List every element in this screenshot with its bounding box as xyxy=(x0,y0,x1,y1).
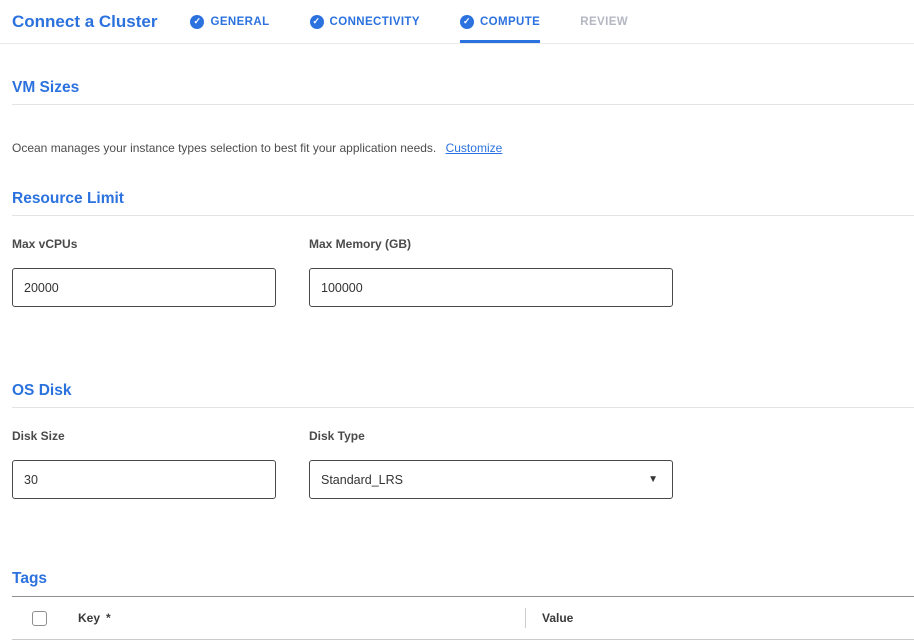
required-asterisk: * xyxy=(106,611,111,625)
disk-type-field: Disk Type Standard_LRS ▼ xyxy=(309,429,673,499)
tags-heading: Tags xyxy=(12,570,914,588)
disk-type-label: Disk Type xyxy=(309,429,673,443)
max-memory-label: Max Memory (GB) xyxy=(309,237,673,251)
chevron-down-icon: ▼ xyxy=(648,474,658,485)
tab-general[interactable]: ✓ GENERAL xyxy=(190,0,269,43)
check-circle-icon: ✓ xyxy=(190,15,204,29)
disk-size-field: Disk Size xyxy=(12,429,276,499)
disk-size-label: Disk Size xyxy=(12,429,276,443)
wizard-header: Connect a Cluster ✓ GENERAL ✓ CONNECTIVI… xyxy=(0,0,914,44)
tab-review[interactable]: REVIEW xyxy=(580,0,628,43)
tags-value-column-header: Value xyxy=(542,611,573,625)
section-divider xyxy=(12,104,914,105)
disk-type-selected-value: Standard_LRS xyxy=(321,473,403,487)
tab-connectivity[interactable]: ✓ CONNECTIVITY xyxy=(310,0,420,43)
customize-link[interactable]: Customize xyxy=(446,141,503,155)
disk-type-select[interactable]: Standard_LRS ▼ xyxy=(309,460,673,499)
section-divider xyxy=(12,215,914,216)
check-circle-icon: ✓ xyxy=(310,15,324,29)
section-divider xyxy=(12,407,914,408)
key-header-label: Key xyxy=(78,611,100,625)
page-title: Connect a Cluster xyxy=(12,12,157,32)
tags-table-header-row: Key * Value xyxy=(12,597,914,640)
tab-compute-label: COMPUTE xyxy=(480,16,540,28)
tab-review-label: REVIEW xyxy=(580,16,628,28)
column-divider xyxy=(525,608,526,628)
max-vcpus-input[interactable] xyxy=(12,268,276,307)
vm-sizes-heading: VM Sizes xyxy=(12,79,914,97)
max-vcpus-label: Max vCPUs xyxy=(12,237,276,251)
max-memory-input[interactable] xyxy=(309,268,673,307)
wizard-tabs: ✓ GENERAL ✓ CONNECTIVITY ✓ COMPUTE REVIE… xyxy=(190,0,628,43)
os-disk-fields: Disk Size Disk Type Standard_LRS ▼ xyxy=(12,429,914,499)
tags-key-column-header: Key * xyxy=(78,611,525,625)
resource-limit-heading: Resource Limit xyxy=(12,190,914,208)
tab-connectivity-label: CONNECTIVITY xyxy=(330,16,420,28)
os-disk-heading: OS Disk xyxy=(12,382,914,400)
tab-general-label: GENERAL xyxy=(210,16,269,28)
tab-compute[interactable]: ✓ COMPUTE xyxy=(460,0,540,43)
vm-sizes-description: Ocean manages your instance types select… xyxy=(12,141,914,155)
disk-size-input[interactable] xyxy=(12,460,276,499)
max-memory-field: Max Memory (GB) xyxy=(309,237,673,307)
check-circle-icon: ✓ xyxy=(460,15,474,29)
max-vcpus-field: Max vCPUs xyxy=(12,237,276,307)
select-all-checkbox[interactable] xyxy=(32,611,47,626)
resource-limit-fields: Max vCPUs Max Memory (GB) xyxy=(12,237,914,307)
connect-cluster-wizard: Connect a Cluster ✓ GENERAL ✓ CONNECTIVI… xyxy=(0,0,914,639)
vm-sizes-description-text: Ocean manages your instance types select… xyxy=(12,141,436,155)
